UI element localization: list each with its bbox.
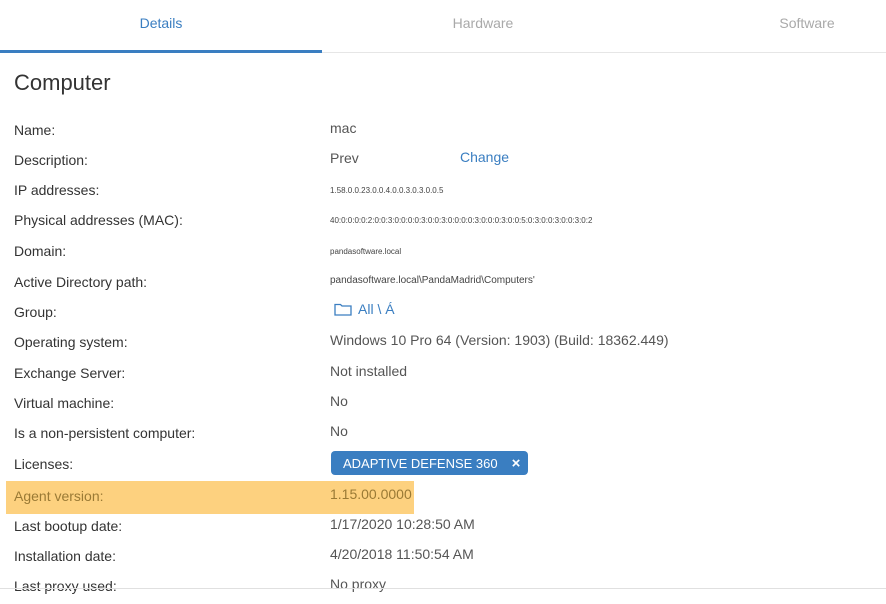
- row-proxy: Last proxy used: No proxy: [0, 574, 886, 604]
- remove-license-icon[interactable]: ×: [512, 455, 521, 472]
- ip-label: IP addresses:: [14, 182, 100, 198]
- tab-software[interactable]: Software: [646, 0, 886, 52]
- group-label: Group:: [14, 304, 57, 320]
- row-nonpersistent: Is a non-persistent computer: No: [0, 421, 886, 451]
- row-mac: Physical addresses (MAC): 40:0:0:0:0:2:0…: [0, 208, 886, 238]
- licenses-label: Licenses:: [14, 456, 74, 472]
- row-os: Operating system: Windows 10 Pro 64 (Ver…: [0, 330, 886, 360]
- row-ad-path: Active Directory path: pandasoftware.loc…: [0, 270, 886, 300]
- license-chip-label: ADAPTIVE DEFENSE 360: [343, 455, 498, 471]
- exchange-label: Exchange Server:: [14, 365, 126, 381]
- ad-path-value: pandasoftware.local\PandaMadrid\Computer…: [330, 275, 535, 286]
- mac-label: Physical addresses (MAC):: [14, 212, 183, 228]
- row-bootup: Last bootup date: 1/17/2020 10:28:50 AM: [0, 514, 886, 544]
- ip-value: 1.58.0.0.23.0.0.4.0.0.3.0.3.0.0.5: [330, 186, 444, 195]
- row-vm: Virtual machine: No: [0, 391, 886, 421]
- row-licenses: Licenses: ADAPTIVE DEFENSE 360 ×: [0, 451, 886, 482]
- row-name: Name: mac: [0, 118, 886, 148]
- domain-value: pandasoftware.local: [330, 247, 402, 256]
- nonpersistent-value: No: [330, 423, 348, 439]
- vm-value: No: [330, 393, 348, 409]
- bootup-value: 1/17/2020 10:28:50 AM: [330, 516, 475, 532]
- row-domain: Domain: pandasoftware.local: [0, 239, 886, 269]
- group-value: All \ Á: [358, 301, 395, 317]
- agent-version-label: Agent version:: [14, 488, 104, 504]
- description-value: Prev: [330, 150, 359, 166]
- group-link[interactable]: All \ Á: [334, 301, 395, 317]
- nonpersistent-label: Is a non-persistent computer:: [14, 425, 196, 441]
- license-chip: ADAPTIVE DEFENSE 360 ×: [331, 451, 529, 475]
- row-install: Installation date: 4/20/2018 11:50:54 AM: [0, 544, 886, 574]
- row-agent-version: Agent version: 1.15.00.0000: [0, 481, 886, 514]
- row-description: Description: Prev Change: [0, 148, 886, 178]
- exchange-value: Not installed: [330, 363, 408, 379]
- os-value: Windows 10 Pro 64 (Version: 1903) (Build…: [330, 332, 669, 348]
- agent-version-value: 1.15.00.0000: [330, 486, 412, 502]
- change-description-link[interactable]: Change: [460, 149, 509, 165]
- name-value: mac: [330, 120, 357, 136]
- os-label: Operating system:: [14, 334, 128, 350]
- vm-label: Virtual machine:: [14, 395, 115, 411]
- ad-path-label: Active Directory path:: [14, 274, 148, 290]
- row-group: Group: All \ Á: [0, 300, 886, 330]
- row-exchange: Exchange Server: Not installed: [0, 361, 886, 391]
- bottom-divider: [0, 588, 886, 589]
- tab-bar: Details Hardware Software: [0, 0, 886, 53]
- folder-icon: [334, 303, 352, 316]
- section-title: Computer: [14, 70, 111, 95]
- domain-label: Domain:: [14, 243, 67, 259]
- tab-hardware[interactable]: Hardware: [322, 0, 644, 52]
- tab-details[interactable]: Details: [0, 0, 322, 53]
- proxy-label: Last proxy used:: [14, 578, 117, 594]
- install-value: 4/20/2018 11:50:54 AM: [330, 546, 474, 562]
- mac-value: 40:0:0:0:0:2:0:0:3:0:0:0:0:3:0:0:3:0:0:0…: [330, 216, 593, 225]
- bootup-label: Last bootup date:: [14, 518, 123, 534]
- row-ip: IP addresses: 1.58.0.0.23.0.0.4.0.0.3.0.…: [0, 178, 886, 208]
- description-label: Description:: [14, 152, 88, 168]
- name-label: Name:: [14, 122, 56, 138]
- install-label: Installation date:: [14, 548, 116, 564]
